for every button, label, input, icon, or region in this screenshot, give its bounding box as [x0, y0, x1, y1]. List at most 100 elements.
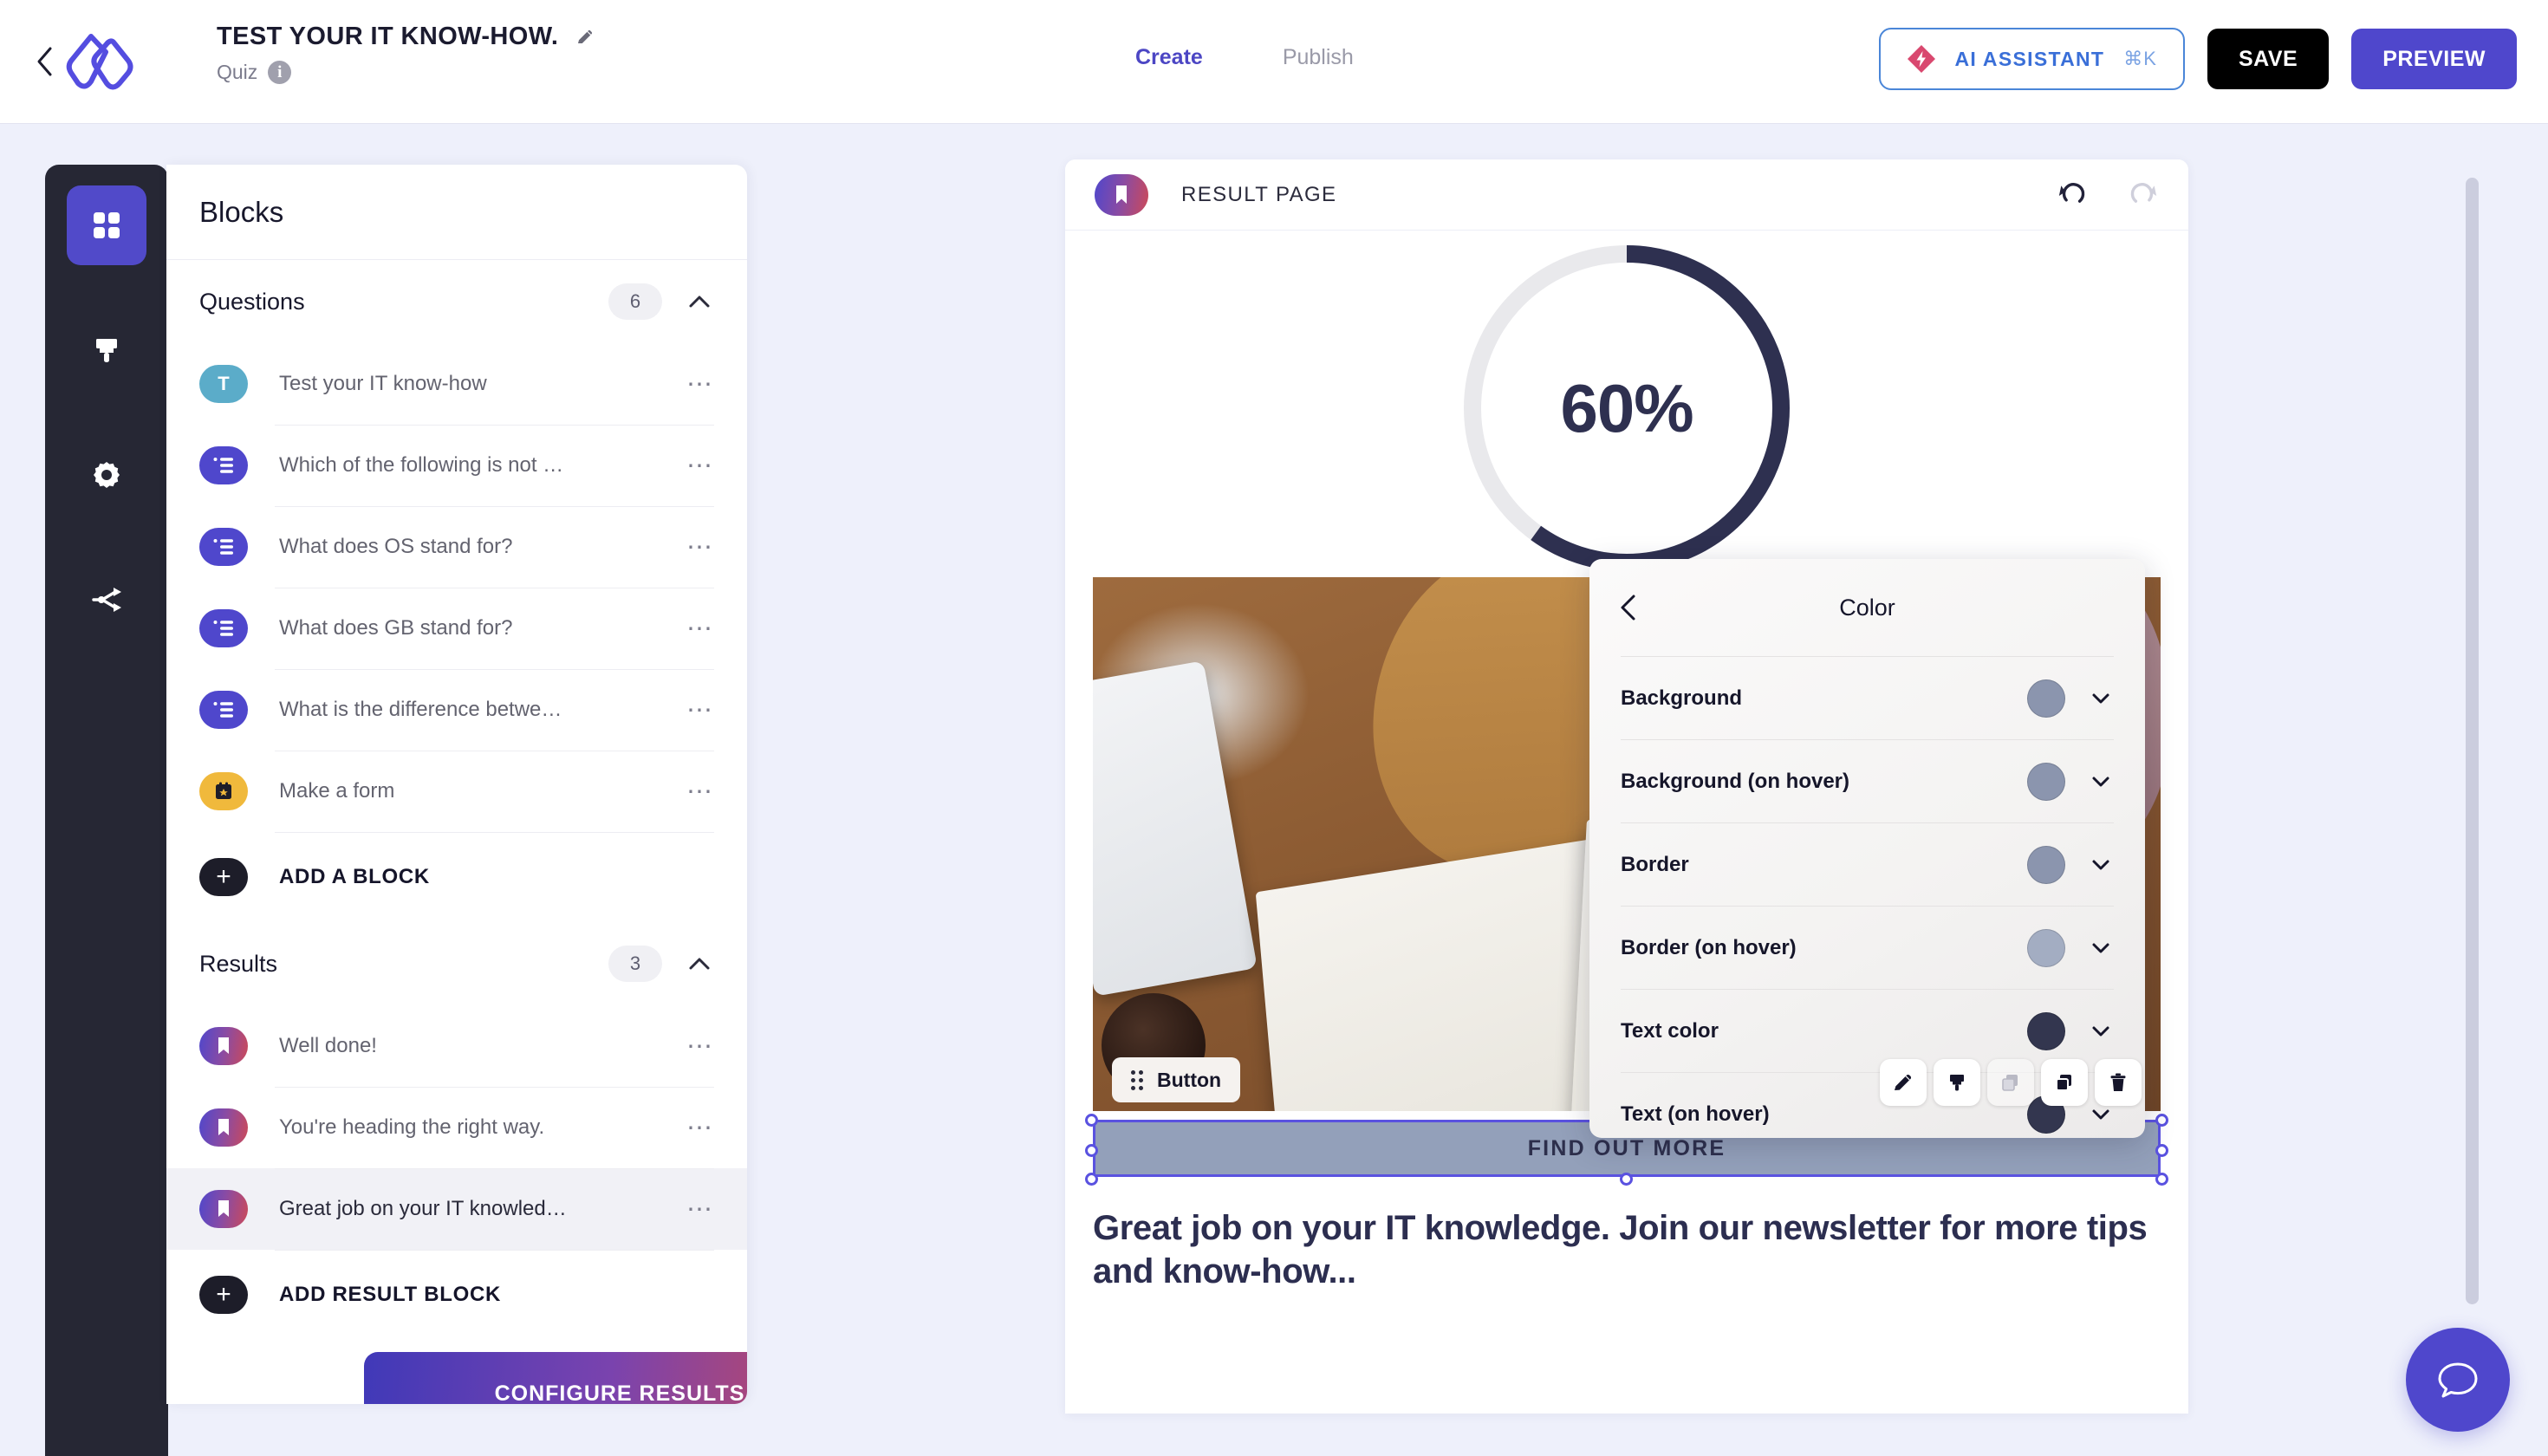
- color-popover-header: Color: [1589, 559, 2145, 656]
- resize-handle-top-right[interactable]: [2155, 1114, 2168, 1127]
- resize-handle-middle-left[interactable]: [1085, 1144, 1098, 1157]
- blocks-panel: Blocks Questions 6 T Test your IT know-h…: [166, 165, 747, 1404]
- result-headline-text[interactable]: Great job on your IT knowledge. Join our…: [1093, 1206, 2161, 1293]
- choice-list-icon: [213, 458, 233, 473]
- chevron-up-icon[interactable]: [685, 949, 714, 978]
- selected-element-tag[interactable]: Button: [1112, 1057, 1241, 1102]
- rail-item-logic[interactable]: [67, 560, 146, 640]
- list-item[interactable]: What is the difference betwe… ⋯: [166, 669, 747, 751]
- block-menu-icon[interactable]: ⋯: [686, 697, 714, 723]
- color-swatch[interactable]: [2027, 679, 2065, 718]
- color-swatch[interactable]: [2027, 845, 2065, 884]
- delete-element-button[interactable]: [2095, 1059, 2142, 1106]
- resize-handle-bottom-center[interactable]: [1620, 1173, 1633, 1186]
- rail-item-settings[interactable]: [67, 435, 146, 515]
- ai-diamond-icon: [1907, 45, 1935, 73]
- pencil-icon: [1895, 1074, 1912, 1090]
- chat-bubble-icon: [2438, 1362, 2478, 1398]
- tab-create[interactable]: Create: [1135, 45, 1203, 70]
- color-row-background[interactable]: Background: [1621, 656, 2114, 739]
- bookmark-icon: [1116, 185, 1127, 204]
- block-type-icon-text: T: [199, 365, 248, 403]
- chevron-down-icon[interactable]: [2088, 935, 2114, 961]
- save-button[interactable]: SAVE: [2207, 29, 2330, 89]
- redo-icon[interactable]: [2128, 179, 2159, 211]
- block-menu-icon[interactable]: ⋯: [686, 452, 714, 478]
- block-menu-icon[interactable]: ⋯: [686, 1033, 714, 1059]
- color-row-background-hover[interactable]: Background (on hover): [1621, 739, 2114, 822]
- rail-item-blocks[interactable]: [67, 185, 146, 265]
- block-menu-icon[interactable]: ⋯: [686, 778, 714, 804]
- color-row-border[interactable]: Border: [1621, 822, 2114, 906]
- plus-icon: +: [199, 858, 248, 896]
- edit-element-button[interactable]: [1880, 1059, 1927, 1106]
- ai-assistant-button[interactable]: AI ASSISTANT ⌘K: [1878, 28, 2185, 90]
- style-element-button[interactable]: [1934, 1059, 1980, 1106]
- list-item[interactable]: You're heading the right way. ⋯: [166, 1087, 747, 1168]
- block-label: What does OS stand for?: [279, 535, 513, 558]
- block-type-icon-result: [199, 1190, 248, 1228]
- add-a-block-button[interactable]: + ADD A BLOCK: [166, 832, 747, 922]
- score-donut: 60%: [1457, 238, 1797, 578]
- preview-button[interactable]: PREVIEW: [2351, 29, 2517, 89]
- color-popover: Color Background Background (on hover) B…: [1589, 559, 2145, 1138]
- resize-handle-bottom-right[interactable]: [2155, 1173, 2168, 1186]
- chevron-down-icon[interactable]: [2088, 852, 2114, 878]
- list-item[interactable]: Make a form ⋯: [166, 751, 747, 832]
- list-item[interactable]: Well done! ⋯: [166, 1005, 747, 1087]
- resize-handle-middle-right[interactable]: [2155, 1144, 2168, 1157]
- main-nav-tabs: Create Publish: [1135, 45, 1354, 70]
- block-menu-icon[interactable]: ⋯: [686, 615, 714, 641]
- chevron-down-icon[interactable]: [2088, 769, 2114, 795]
- block-type-icon-choice: [199, 609, 248, 647]
- back-button[interactable]: [29, 45, 59, 78]
- list-item-selected[interactable]: Great job on your IT knowled… ⋯: [166, 1168, 747, 1250]
- color-row-label: Border (on hover): [1621, 935, 1797, 959]
- chevron-down-icon[interactable]: [2088, 686, 2114, 712]
- color-row-border-hover[interactable]: Border (on hover): [1621, 906, 2114, 989]
- color-swatch[interactable]: [2027, 928, 2065, 967]
- pencil-icon[interactable]: [575, 27, 595, 48]
- choice-list-icon: [213, 702, 233, 718]
- choice-list-icon: [213, 539, 233, 555]
- undo-icon[interactable]: [2057, 179, 2088, 211]
- form-icon: [216, 782, 231, 799]
- color-popover-title: Color: [1839, 594, 1895, 621]
- color-swatch[interactable]: [2027, 762, 2065, 801]
- bookmark-icon: [218, 1037, 229, 1054]
- duplicate-element-button[interactable]: [2041, 1059, 2088, 1106]
- drag-grip-icon[interactable]: [1131, 1069, 1143, 1090]
- vertical-scrollbar[interactable]: [2466, 178, 2479, 1304]
- color-swatch[interactable]: [2027, 1011, 2065, 1050]
- rail-item-design[interactable]: [67, 310, 146, 390]
- list-item[interactable]: What does OS stand for? ⋯: [166, 506, 747, 588]
- add-a-block-label: ADD A BLOCK: [279, 865, 430, 888]
- block-label: Make a form: [279, 779, 395, 803]
- resize-handle-bottom-left[interactable]: [1085, 1173, 1098, 1186]
- block-label: What is the difference betwe…: [279, 698, 562, 721]
- block-menu-icon[interactable]: ⋯: [686, 534, 714, 560]
- plus-icon: +: [199, 1276, 248, 1314]
- section-header-results: Results 3: [166, 922, 747, 1005]
- tab-publish[interactable]: Publish: [1283, 45, 1354, 70]
- add-result-block-button[interactable]: + ADD RESULT BLOCK: [166, 1250, 747, 1340]
- resize-handle-top-left[interactable]: [1085, 1114, 1098, 1127]
- layers-element-button[interactable]: [1987, 1059, 2034, 1106]
- list-item[interactable]: Which of the following is not … ⋯: [166, 425, 747, 506]
- configure-results-button[interactable]: CONFIGURE RESULTS: [364, 1352, 747, 1404]
- element-toolbar: [1880, 1059, 2142, 1106]
- block-menu-icon[interactable]: ⋯: [686, 1196, 714, 1222]
- color-row-label: Background: [1621, 686, 1743, 710]
- info-icon[interactable]: i: [268, 61, 292, 84]
- block-menu-icon[interactable]: ⋯: [686, 371, 714, 397]
- chevron-up-icon[interactable]: [685, 287, 714, 316]
- chat-support-button[interactable]: [2406, 1328, 2510, 1432]
- list-item[interactable]: What does GB stand for? ⋯: [166, 588, 747, 669]
- ai-assistant-label: AI ASSISTANT: [1954, 47, 2105, 70]
- list-item[interactable]: T Test your IT know-how ⋯: [166, 343, 747, 425]
- blocks-panel-title: Blocks: [199, 195, 284, 228]
- block-type-icon-choice: [199, 528, 248, 566]
- block-menu-icon[interactable]: ⋯: [686, 1115, 714, 1141]
- chevron-down-icon[interactable]: [2088, 1018, 2114, 1044]
- brand-logo-icon[interactable]: [62, 31, 137, 94]
